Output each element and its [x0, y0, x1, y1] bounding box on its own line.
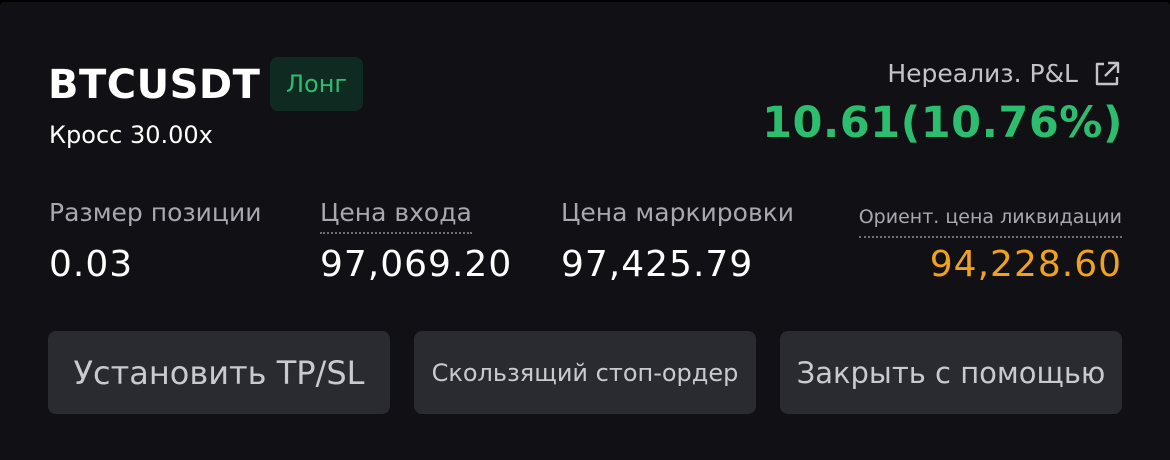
entry-price-value: 97,069.20: [320, 244, 513, 285]
position-size-label: Размер позиции: [49, 198, 262, 227]
unrealized-pnl-header: Нереализ. P&L: [887, 58, 1122, 90]
unrealized-pnl-label: Нереализ. P&L: [887, 59, 1078, 88]
liquidation-price-label[interactable]: Ориент. цена ликвидации: [858, 202, 1122, 238]
close-by-button[interactable]: Закрыть с помощью: [780, 331, 1122, 414]
entry-price-label[interactable]: Цена входа: [320, 198, 472, 234]
mark-price-value: 97,425.79: [561, 244, 754, 285]
close-by-button-label: Закрыть с помощью: [796, 355, 1106, 390]
trailing-stop-button[interactable]: Скользящий стоп-ордер: [414, 331, 756, 414]
position-card: BTCUSDT Лонг Кросс 30.00x Нереализ. P&L …: [0, 2, 1170, 460]
trailing-stop-button-label: Скользящий стоп-ордер: [431, 358, 739, 387]
side-badge: Лонг: [270, 57, 363, 111]
unrealized-pnl-value: 10.61(10.76%): [762, 98, 1123, 148]
liquidation-price-value: 94,228.60: [929, 244, 1122, 285]
set-tpsl-button[interactable]: Установить TP/SL: [48, 331, 390, 414]
share-icon[interactable]: [1092, 59, 1122, 89]
set-tpsl-button-label: Установить TP/SL: [73, 353, 365, 392]
position-size-value: 0.03: [49, 244, 134, 285]
symbol-title[interactable]: BTCUSDT: [48, 60, 260, 110]
margin-mode-label: Кросс 30.00x: [49, 121, 213, 149]
mark-price-label: Цена маркировки: [561, 198, 795, 227]
